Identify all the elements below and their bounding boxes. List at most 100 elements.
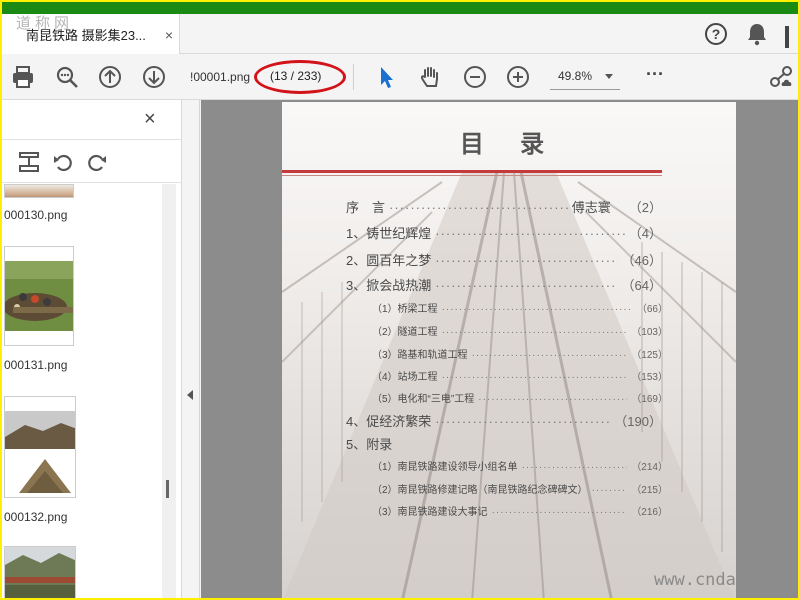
thumbnail-label: 000131.png <box>4 358 68 372</box>
toc-label: （3）南昆铁路建设大事记 <box>372 507 488 518</box>
zoom-plus-icon[interactable] <box>505 64 531 90</box>
share-cloud-icon[interactable] <box>768 64 794 90</box>
thumbnail-image <box>5 397 75 497</box>
toc-leader: ········································… <box>389 200 568 215</box>
toc-row[interactable]: 1、铸世纪辉煌 ································… <box>346 223 662 242</box>
thumbnail-000131[interactable] <box>4 246 74 346</box>
toc-leader: ········································… <box>435 226 625 241</box>
toc-label: （1）南昆铁路建设领导小组名单 <box>372 462 518 473</box>
toc-leader: ········································… <box>521 462 628 473</box>
toc-leader: ········································… <box>441 304 633 315</box>
close-panel-button[interactable]: × <box>144 108 156 131</box>
toc-leader: ········································… <box>441 372 628 383</box>
page-up-icon[interactable] <box>97 64 123 90</box>
thumbnail-000132[interactable] <box>4 396 76 498</box>
app-window: 道称网 南昆铁路 摄影集23... × ? !00001.png (13 / 2… <box>2 2 798 598</box>
scrollbar-handle[interactable] <box>166 480 169 498</box>
toc-row-appendix[interactable]: 5、附录 <box>346 434 662 453</box>
rotate-right-icon[interactable] <box>86 151 108 173</box>
select-cursor-icon[interactable] <box>374 64 400 90</box>
toc-leader: ········································… <box>435 414 611 429</box>
toc-label: 序 言 <box>346 200 386 215</box>
toc-page: （169） <box>631 394 668 405</box>
toolbar: !00001.png (13 / 233) 49.8% ··· <box>2 54 798 100</box>
zoom-level-select[interactable]: 49.8% <box>558 69 592 83</box>
toc-label: （2）南昆铁路修建记略（南昆铁路纪念碑碑文） <box>372 485 588 496</box>
toc-row[interactable]: 4、促经济繁荣 ································… <box>346 411 662 430</box>
toc-page: （190） <box>614 414 662 429</box>
toc-label: （2）隧道工程 <box>372 327 438 338</box>
extract-pages-icon[interactable] <box>18 151 40 173</box>
zoom-underline <box>550 89 620 90</box>
toc-label: 1、铸世纪辉煌 <box>346 226 432 241</box>
toc-divider <box>282 170 662 173</box>
toc-author: 傅志寰 <box>571 200 611 215</box>
toc-page: （64） <box>621 278 662 293</box>
toc-row[interactable]: 2、圆百年之梦 ································… <box>346 250 662 269</box>
filename-field[interactable]: !00001.png <box>190 70 250 84</box>
toc-row-preface[interactable]: 序 言 ····································… <box>346 197 662 216</box>
title-bar <box>2 2 798 14</box>
toc-subrow[interactable]: （4）站场工程 ································… <box>372 368 668 383</box>
toc-leader: ········································… <box>478 394 628 405</box>
document-viewer[interactable]: 目 录 序 言 ································… <box>201 100 798 598</box>
toc-page: （66） <box>636 304 668 315</box>
hand-tool-icon[interactable] <box>417 64 443 90</box>
toc-page: （215） <box>631 485 668 496</box>
toc-label: （4）站场工程 <box>372 372 438 383</box>
more-tools-button[interactable]: ··· <box>646 64 664 85</box>
page-down-icon[interactable] <box>141 64 167 90</box>
red-annotation-ellipse <box>254 60 346 94</box>
bell-icon[interactable] <box>746 22 768 46</box>
toc-leader: ········································… <box>435 278 618 293</box>
tab-bar: 南昆铁路 摄影集23... × ? <box>2 14 798 54</box>
thumbnail-scrollbar[interactable] <box>162 184 176 598</box>
thumbnail-000130[interactable] <box>4 184 74 198</box>
thumbnail-list: 000130.png 000131.png 000132.png <box>2 184 162 598</box>
thumbnails-panel: × 000130.png 000131.png 000132.png <box>2 100 182 598</box>
toc-divider-thin <box>282 175 662 176</box>
toc-title: 目 录 <box>459 129 559 158</box>
toc-page: （46） <box>621 253 662 268</box>
thumbnail-label: 000130.png <box>4 208 68 222</box>
toc-label: 3、掀会战热潮 <box>346 278 432 293</box>
toc-subrow[interactable]: （3）路基和轨道工程 ·····························… <box>372 346 668 361</box>
toc-page: （4） <box>628 226 662 241</box>
toc-subrow[interactable]: （2）南昆铁路修建记略（南昆铁路纪念碑碑文） ·················… <box>372 481 668 496</box>
tab-close-button[interactable]: × <box>165 27 173 43</box>
document-page: 目 录 序 言 ································… <box>282 102 736 598</box>
thumbnail-image <box>5 547 75 598</box>
zoom-out-magnifier-icon[interactable] <box>54 64 80 90</box>
collapse-arrow-icon[interactable] <box>187 390 193 400</box>
overflow-menu-icon[interactable] <box>784 26 790 48</box>
site-watermark-bottom: www.cnda <box>654 570 736 590</box>
panel-collapse-strip[interactable] <box>182 100 200 598</box>
thumbnail-image <box>5 247 73 345</box>
toc-page: （216） <box>631 507 668 518</box>
thumbnail-label: 000132.png <box>4 510 68 524</box>
toolbar-divider <box>353 64 354 90</box>
toc-leader: ········································… <box>435 253 618 268</box>
toc-label: 5、附录 <box>346 437 393 452</box>
zoom-minus-icon[interactable] <box>462 64 488 90</box>
help-icon[interactable]: ? <box>705 23 727 45</box>
toc-page: （125） <box>631 350 668 361</box>
toc-subrow[interactable]: （5）电化和“三电”工程 ···························… <box>372 390 668 405</box>
rotate-left-icon[interactable] <box>52 151 74 173</box>
toc-subrow[interactable]: （3）南昆铁路建设大事记 ···························… <box>372 503 668 518</box>
toc-row[interactable]: 3、掀会战热潮 ································… <box>346 275 662 294</box>
toc-page: （2） <box>628 200 662 215</box>
thumbnail-tools <box>2 141 182 183</box>
toc-subrow[interactable]: （2）隧道工程 ································… <box>372 323 668 338</box>
thumbnail-000133[interactable] <box>4 546 76 598</box>
toc-leader: ········································… <box>591 485 628 496</box>
site-watermark-top: 道称网 <box>16 14 74 32</box>
toc-page: （214） <box>631 462 668 473</box>
toc-subrow[interactable]: （1）桥梁工程 ································… <box>372 300 668 315</box>
toc-subrow[interactable]: （1）南昆铁路建设领导小组名单 ························… <box>372 458 668 473</box>
toc-page: （153） <box>631 372 668 383</box>
toc-label: （5）电化和“三电”工程 <box>372 394 475 405</box>
print-icon[interactable] <box>10 64 36 90</box>
thumbnails-panel-header: × <box>2 100 182 140</box>
chevron-down-icon[interactable] <box>605 74 613 79</box>
